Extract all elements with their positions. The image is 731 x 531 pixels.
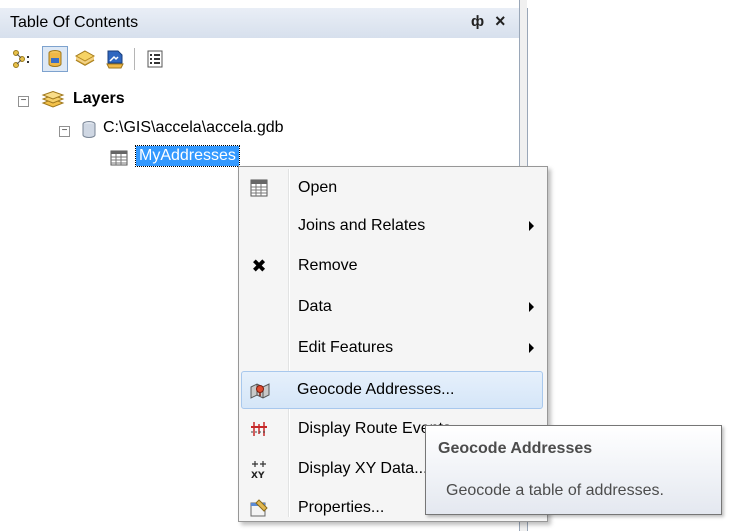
tooltip-description: Geocode a table of addresses.: [446, 482, 664, 499]
menu-item-label: Remove: [298, 257, 358, 274]
list-by-visibility-icon[interactable]: [72, 46, 98, 72]
database-icon: [80, 120, 98, 145]
tooltip: Geocode Addresses Geocode a table of add…: [425, 425, 722, 515]
submenu-arrow-icon: [529, 302, 534, 312]
toc-title-bar: Table Of Contents ф ×: [0, 8, 519, 39]
source-expander[interactable]: −: [59, 126, 70, 137]
toolbar-separator: [134, 48, 135, 70]
submenu-arrow-icon: [529, 343, 534, 353]
menu-item-label: Joins and Relates: [298, 217, 426, 234]
menu-item-edit-features[interactable]: Edit Features: [241, 329, 543, 367]
submenu-arrow-icon: [529, 221, 534, 231]
tooltip-title: Geocode Addresses: [438, 440, 593, 457]
list-by-selection-icon[interactable]: [102, 46, 128, 72]
xy-data-icon: XY: [248, 458, 270, 480]
pin-icon[interactable]: ф: [471, 13, 484, 30]
menu-item-label: Open: [298, 179, 338, 196]
menu-item-open[interactable]: Open: [241, 169, 543, 207]
toc-toolbar: [0, 38, 519, 80]
toc-title: Table Of Contents: [10, 14, 139, 31]
menu-item-label: Properties...: [298, 499, 385, 516]
source-label[interactable]: C:\GIS\accela\accela.gdb: [103, 119, 284, 137]
menu-item-label: Data: [298, 298, 332, 315]
geocode-icon: [249, 380, 271, 402]
layers-label[interactable]: Layers: [73, 90, 125, 108]
menu-item-label: Edit Features: [298, 339, 394, 356]
svg-text:XY: XY: [251, 471, 265, 479]
options-icon[interactable]: [142, 46, 168, 72]
list-by-source-icon[interactable]: [42, 46, 68, 72]
layers-group-icon: [40, 90, 66, 116]
menu-item-data[interactable]: Data: [241, 288, 543, 326]
route-events-icon: [248, 418, 270, 440]
table-label-selected[interactable]: MyAddresses: [135, 145, 240, 167]
layers-expander[interactable]: −: [18, 96, 29, 107]
list-by-drawing-order-icon[interactable]: [10, 46, 36, 72]
menu-item-joins-and-relates[interactable]: Joins and Relates: [241, 207, 543, 245]
menu-item-remove[interactable]: ✖ Remove: [241, 247, 543, 285]
menu-item-label: Geocode Addresses...: [297, 381, 455, 398]
table-icon: [110, 150, 128, 171]
table-icon: [248, 177, 270, 199]
menu-item-label: Display XY Data...: [298, 460, 428, 477]
remove-icon: ✖: [251, 255, 267, 276]
menu-item-geocode-addresses[interactable]: Geocode Addresses...: [241, 371, 543, 409]
close-icon[interactable]: ×: [495, 11, 506, 32]
properties-icon: [248, 497, 270, 519]
